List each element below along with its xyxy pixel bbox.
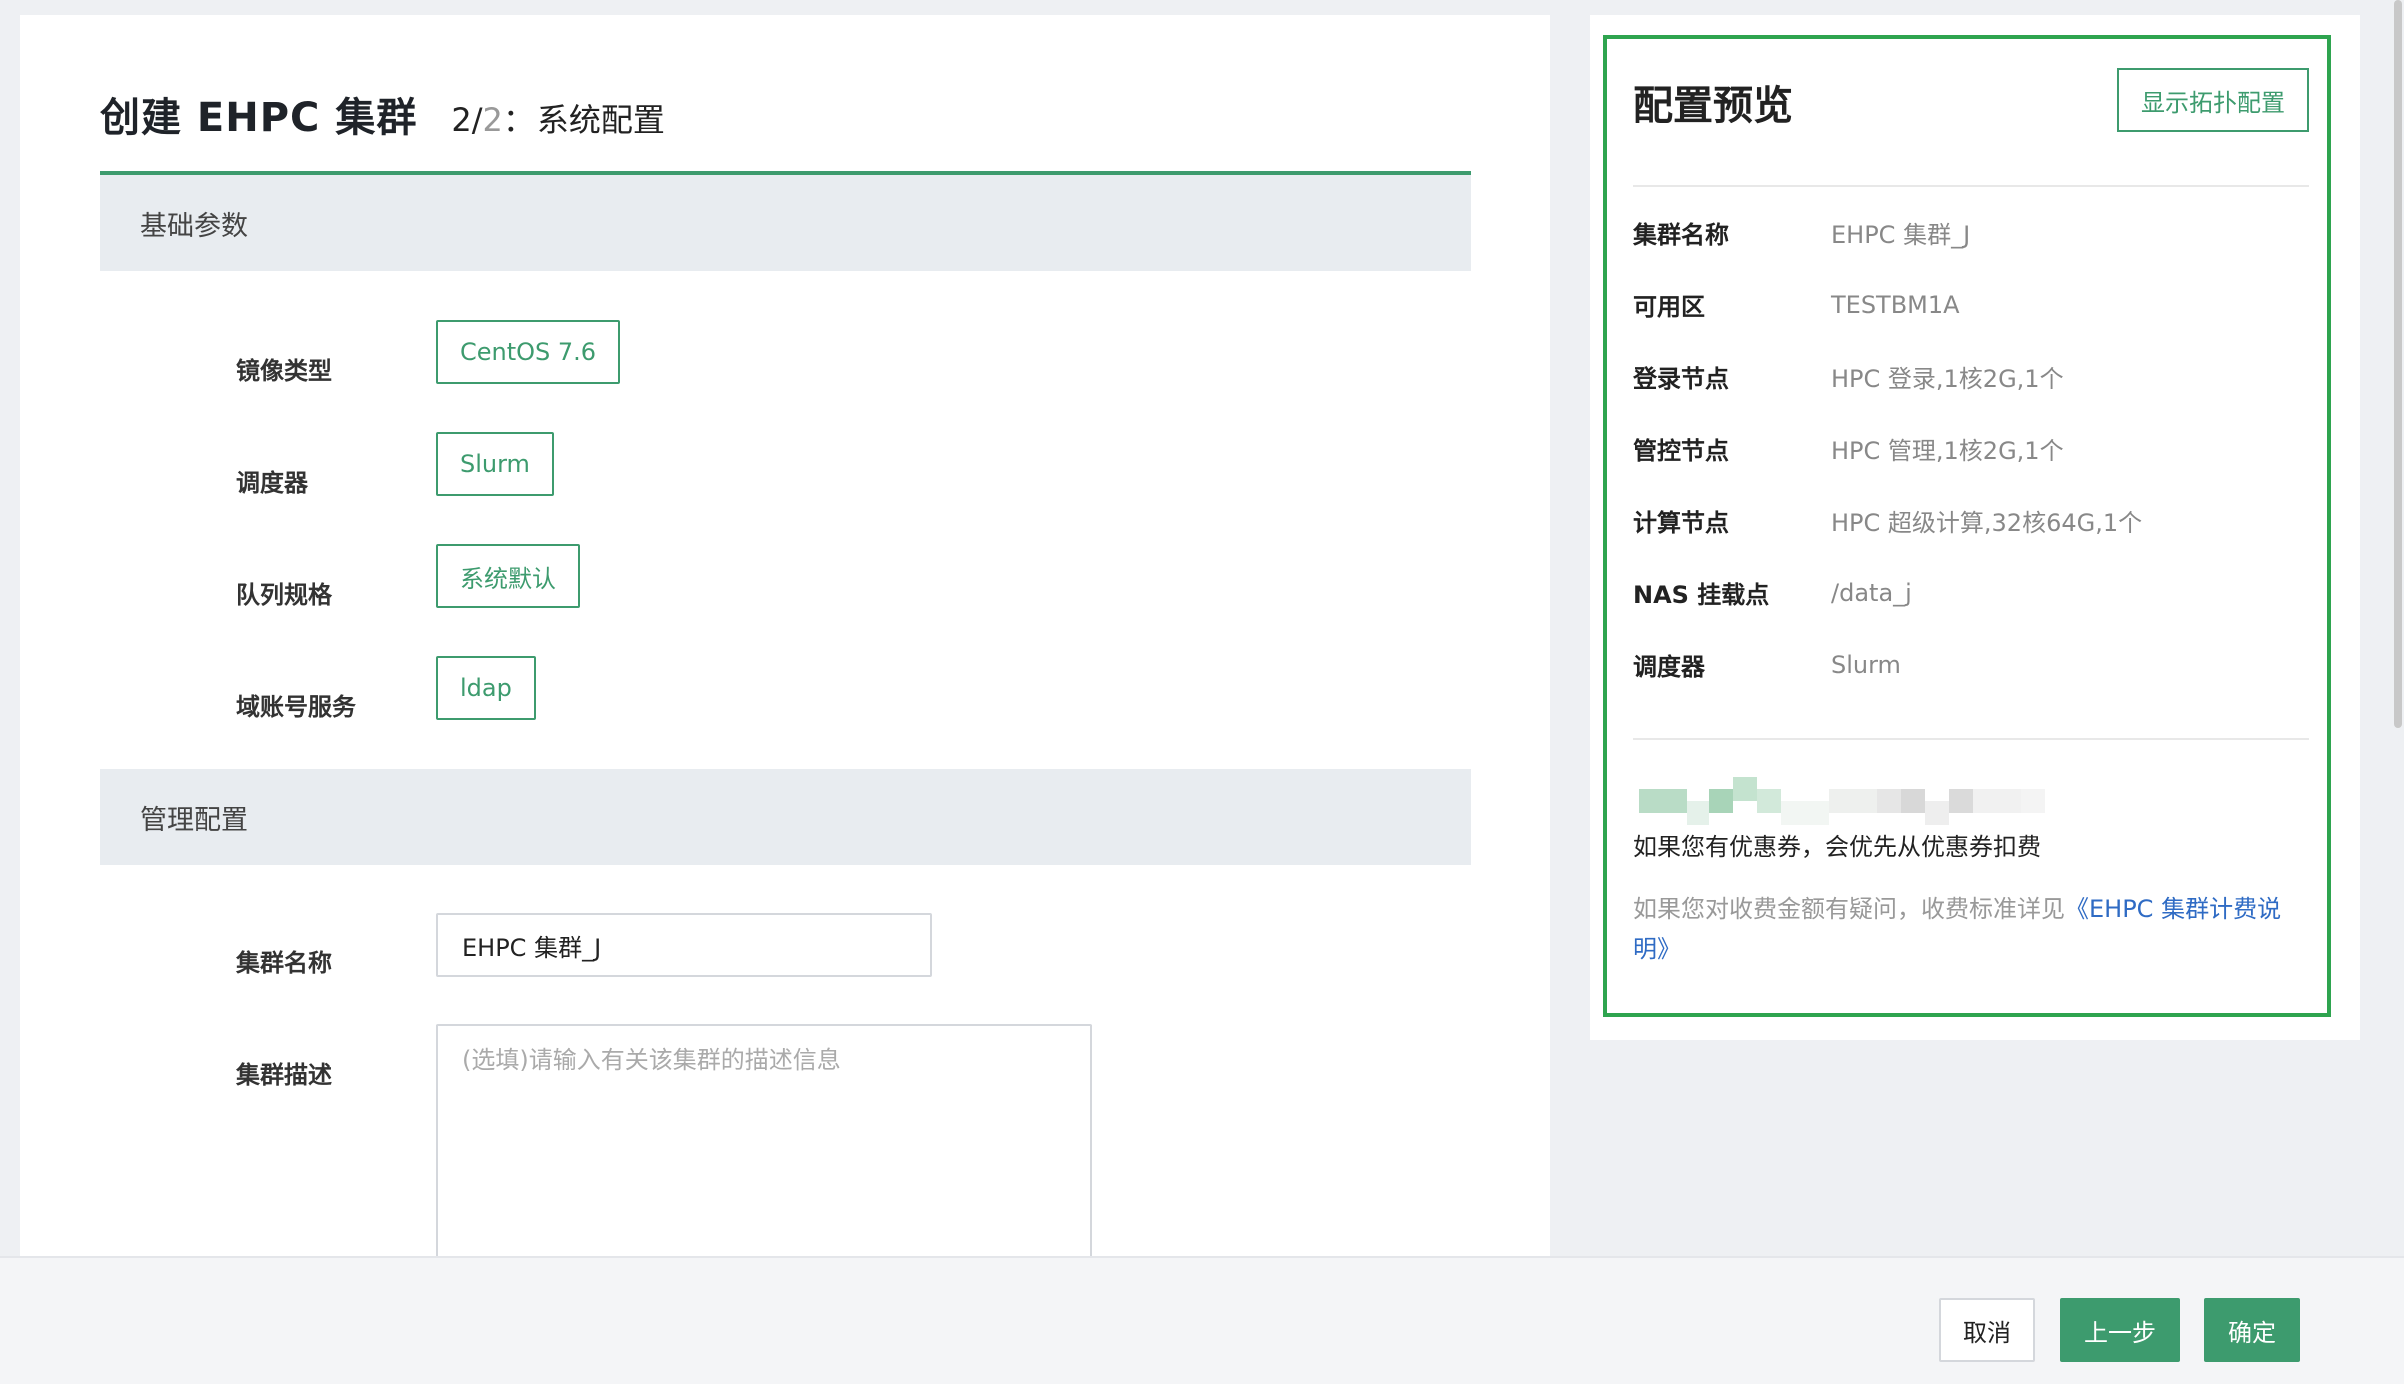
preview-key: 登录节点 — [1633, 365, 1729, 393]
fee-note-text: 如果您对收费金额有疑问，收费标准详见 — [1633, 895, 2065, 923]
label-queue-spec: 队列规格 — [236, 581, 332, 609]
preview-key: 计算节点 — [1633, 509, 1729, 537]
footer-action-bar: 取消 上一步 确定 — [0, 1256, 2404, 1384]
preview-key: 集群名称 — [1633, 221, 1729, 249]
cluster-desc-textarea[interactable]: (选填)请输入有关该集群的描述信息 — [436, 1024, 1092, 1264]
preview-value: Slurm — [1831, 650, 1901, 679]
main-form-card: 创建 EHPC 集群 2/2 ： 系统配置 基础参数 镜像类型 CentOS 7… — [20, 15, 1550, 1264]
page: 创建 EHPC 集群 2/2 ： 系统配置 基础参数 镜像类型 CentOS 7… — [0, 0, 2404, 1384]
step-total: 2 — [482, 101, 503, 139]
label-image-type: 镜像类型 — [236, 357, 332, 385]
preview-value: HPC 登录,1核2G,1个 — [1831, 365, 2064, 393]
preview-row: 计算节点 HPC 超级计算,32核64G,1个 — [1633, 503, 2142, 538]
confirm-button[interactable]: 确定 — [2204, 1298, 2300, 1362]
preview-row: 调度器 Slurm — [1633, 647, 1901, 682]
queue-spec-tag[interactable]: 系统默认 — [436, 544, 580, 608]
label-cluster-desc: 集群描述 — [236, 1061, 332, 1089]
scrollbar-thumb[interactable] — [2394, 0, 2402, 728]
preview-row: 登录节点 HPC 登录,1核2G,1个 — [1633, 359, 2064, 394]
preview-row: 可用区 TESTBM1A — [1633, 287, 1960, 322]
cancel-button[interactable]: 取消 — [1939, 1298, 2035, 1362]
preview-key: 调度器 — [1633, 653, 1705, 681]
preview-row: 集群名称 EHPC 集群_J — [1633, 215, 1970, 250]
step-current: 2/ — [451, 101, 483, 139]
preview-panel: 配置预览 显示拓扑配置 集群名称 EHPC 集群_J 可用区 TESTBM1A … — [1603, 35, 2331, 1017]
show-topology-button[interactable]: 显示拓扑配置 — [2117, 68, 2309, 132]
label-domain-account: 域账号服务 — [236, 693, 356, 721]
redacted-price-block — [1639, 777, 2073, 825]
step-indicator: 2/2 — [451, 101, 503, 139]
preview-value: TESTBM1A — [1831, 290, 1960, 319]
preview-value: HPC 管理,1核2G,1个 — [1831, 437, 2064, 465]
preview-value: EHPC 集群_J — [1831, 221, 1971, 249]
page-scrollbar[interactable] — [2390, 0, 2402, 730]
preview-key: 可用区 — [1633, 293, 1705, 321]
page-title: 创建 EHPC 集群 — [100, 95, 418, 141]
step-separator: ： — [502, 101, 535, 139]
preview-key: NAS 挂载点 — [1633, 581, 1770, 609]
page-title-row: 创建 EHPC 集群 2/2 ： 系统配置 — [100, 85, 665, 143]
previous-step-button[interactable]: 上一步 — [2060, 1298, 2180, 1362]
preview-title: 配置预览 — [1633, 83, 1793, 129]
domain-account-tag[interactable]: ldap — [436, 656, 536, 720]
coupon-note: 如果您有优惠券，会优先从优惠券扣费 — [1633, 833, 2041, 861]
section-manage-config: 管理配置 — [100, 769, 1471, 865]
preview-divider — [1633, 738, 2309, 740]
image-type-tag[interactable]: CentOS 7.6 — [436, 320, 621, 384]
step-name: 系统配置 — [536, 101, 665, 139]
preview-key: 管控节点 — [1633, 437, 1729, 465]
scheduler-tag[interactable]: Slurm — [436, 432, 554, 496]
preview-row: NAS 挂载点 /data_j — [1633, 575, 1912, 610]
label-cluster-name: 集群名称 — [236, 949, 332, 977]
cluster-name-input[interactable]: EHPC 集群_J — [436, 913, 932, 977]
preview-divider — [1633, 185, 2309, 187]
preview-row: 管控节点 HPC 管理,1核2G,1个 — [1633, 431, 2064, 466]
preview-value: /data_j — [1831, 578, 1912, 607]
preview-value: HPC 超级计算,32核64G,1个 — [1831, 509, 2143, 537]
section-basic-params: 基础参数 — [100, 171, 1471, 271]
fee-note: 如果您对收费金额有疑问，收费标准详见《EHPC 集群计费说明》 — [1633, 889, 2313, 969]
label-scheduler: 调度器 — [236, 469, 308, 497]
